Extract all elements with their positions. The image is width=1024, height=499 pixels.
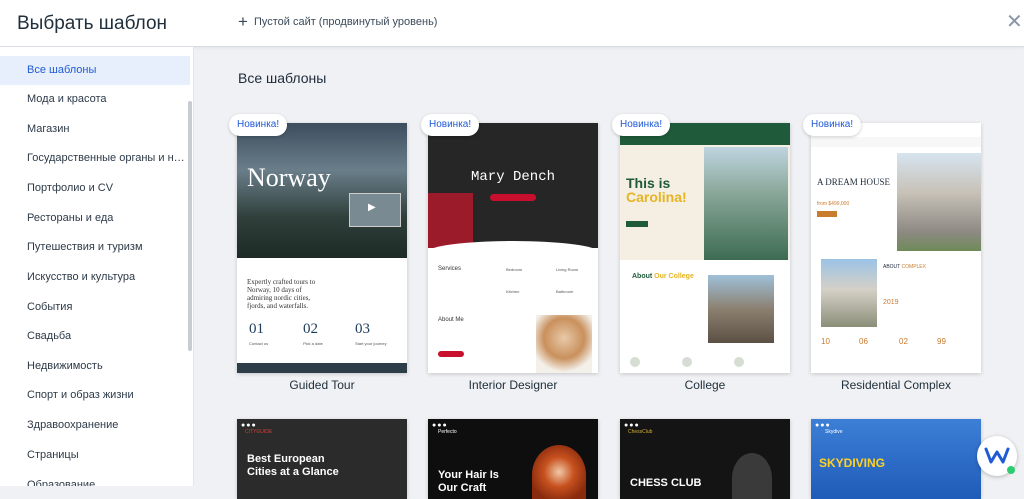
service-bathroom: Bathroom [556, 289, 574, 294]
city-guide-brand: CITYGUIDE [245, 429, 273, 435]
sidebar-scrollbar[interactable] [188, 101, 192, 351]
residential-building-image [897, 153, 981, 251]
sidebar-item-sport[interactable]: Спорт и образ жизни [0, 381, 190, 410]
residential-stat-3: 02 [899, 337, 908, 346]
new-badge: Новинка! [803, 114, 862, 136]
chess-club-brand: ChessClub [628, 429, 653, 435]
residential-year: 2019 [883, 299, 899, 306]
sidebar-item-fashion[interactable]: Мода и красота [0, 85, 190, 114]
college-feature-icon [682, 357, 692, 367]
sidebar-item-portfolio[interactable]: Портфолио и CV [0, 174, 190, 203]
guided-tour-headline: Expertly crafted tours to Norway, 10 day… [247, 278, 316, 310]
hair-salon-headline: Your Hair Is Our Craft [438, 469, 499, 494]
norway-title: Norway [247, 163, 331, 192]
template-card-skydiving[interactable]: ●●● Skydive SKYDIVING [811, 419, 981, 499]
step-label-3: Start your journey [355, 341, 387, 346]
template-card-city-guide[interactable]: ●●● CITYGUIDE Best European Cities at a … [237, 419, 407, 499]
sidebar-item-store[interactable]: Магазин [0, 115, 190, 144]
step-number-2: 02 [303, 321, 318, 337]
college-building-image [708, 275, 774, 343]
residential-about-heading: ABOUT COMPLEX [883, 264, 926, 270]
video-thumbnail: ▶ [349, 193, 401, 227]
sidebar-item-travel[interactable]: Путешествия и туризм [0, 233, 190, 262]
college-hero-line2: Carolina! [626, 189, 687, 205]
residential-price: from $499,000 [817, 201, 850, 207]
cta-button-preview [490, 194, 536, 201]
template-card-hair-salon[interactable]: ●●● Perfecto Your Hair Is Our Craft [428, 419, 598, 499]
students-image [704, 147, 788, 260]
chess-piece-image [732, 453, 772, 499]
blank-site-button[interactable]: + Пустой сайт (продвинутый уровень) [238, 12, 438, 31]
template-card-interior-designer[interactable]: Mary Dench Services Bedroom Living Room … [428, 123, 598, 373]
template-name-interior-designer[interactable]: Interior Designer [428, 378, 598, 392]
services-heading: Services [438, 266, 462, 272]
hair-salon-brand: Perfecto [438, 429, 457, 435]
template-name-residential-complex[interactable]: Residential Complex [811, 378, 981, 392]
about-button-preview [438, 351, 464, 357]
sidebar-item-realestate[interactable]: Недвижимость [0, 352, 190, 381]
footer-image-strip [237, 363, 407, 373]
blank-site-label: Пустой сайт (продвинутый уровень) [253, 16, 438, 28]
template-name-college[interactable]: College [620, 378, 790, 392]
online-status-dot [1007, 466, 1015, 474]
service-kitchen: Kitchen [506, 289, 520, 294]
residential-stat-1: 10 [821, 337, 830, 346]
page-title: Выбрать шаблон [17, 13, 168, 34]
residential-stat-4: 99 [937, 337, 946, 346]
sidebar-item-health[interactable]: Здравоохранение [0, 411, 190, 440]
template-card-chess-club[interactable]: ●●● ChessClub CHESS CLUB [620, 419, 790, 499]
city-guide-headline: Best European Cities at a Glance [247, 453, 339, 478]
template-card-college[interactable]: This is Carolina! About Our College [620, 123, 790, 373]
sidebar-item-restaurants[interactable]: Рестораны и еда [0, 204, 190, 233]
new-badge: Новинка! [421, 114, 480, 136]
section-heading: Все шаблоны [238, 70, 327, 86]
sidebar-item-government[interactable]: Государственные органы и неко... [0, 144, 190, 173]
college-feature-icon [734, 357, 744, 367]
close-icon[interactable]: ✕ [1006, 12, 1023, 32]
sidebar-item-education[interactable]: Образование [0, 471, 190, 486]
new-badge: Новинка! [612, 114, 671, 136]
sidebar-item-events[interactable]: События [0, 293, 190, 322]
template-name-guided-tour[interactable]: Guided Tour [237, 378, 407, 392]
step-number-3: 03 [355, 321, 370, 337]
sidebar-item-art[interactable]: Искусство и культура [0, 263, 190, 292]
window-dots-icon: ●●● [241, 422, 257, 429]
plus-icon: + [238, 12, 248, 31]
sidebar-item-wedding[interactable]: Свадьба [0, 322, 190, 351]
designer-portrait [536, 315, 592, 373]
college-cta-preview [626, 221, 648, 227]
red-chair-image [428, 193, 473, 248]
service-living-room: Living Room [556, 267, 579, 272]
hair-model-image [532, 445, 586, 499]
assistant-button[interactable] [977, 436, 1017, 476]
sidebar-item-pages[interactable]: Страницы [0, 441, 190, 470]
sidebar-item-all[interactable]: Все шаблоны [0, 56, 190, 85]
residential-cta-preview [817, 211, 837, 217]
step-label-1: Contact us [249, 341, 269, 346]
template-card-residential-complex[interactable]: A DREAM HOUSE from $499,000 ABOUT COMPLE… [811, 123, 981, 373]
window-dots-icon: ●●● [624, 422, 640, 429]
residential-stat-2: 06 [859, 337, 868, 346]
play-icon: ▶ [368, 202, 376, 213]
hero-wave [428, 241, 598, 263]
window-dots-icon: ●●● [432, 422, 448, 429]
about-me-heading: About Me [438, 317, 464, 323]
window-dots-icon: ●●● [815, 422, 831, 429]
template-card-guided-tour[interactable]: Norway ▶ Expertly crafted tours to Norwa… [237, 123, 407, 373]
college-feature-icon [630, 357, 640, 367]
service-bedroom: Bedroom [506, 267, 523, 272]
residential-nav-bar [811, 137, 981, 147]
mary-dench-title: Mary Dench [470, 169, 555, 185]
skydiving-brand: Skydive [825, 429, 843, 435]
college-about-heading: About Our College [632, 273, 694, 280]
new-badge: Новинка! [229, 114, 288, 136]
step-number-1: 01 [249, 321, 264, 337]
chess-club-headline: CHESS CLUB [630, 477, 702, 489]
category-sidebar: Все шаблоны Мода и красота Магазин Госуд… [0, 47, 194, 486]
skydiving-headline: SKYDIVING [819, 456, 886, 470]
residential-headline: A DREAM HOUSE [817, 177, 891, 187]
step-label-2: Pick a date [303, 341, 323, 346]
residential-tower-image [821, 259, 877, 327]
header-bar: Выбрать шаблон + Пустой сайт (продвинуты… [0, 0, 1024, 47]
